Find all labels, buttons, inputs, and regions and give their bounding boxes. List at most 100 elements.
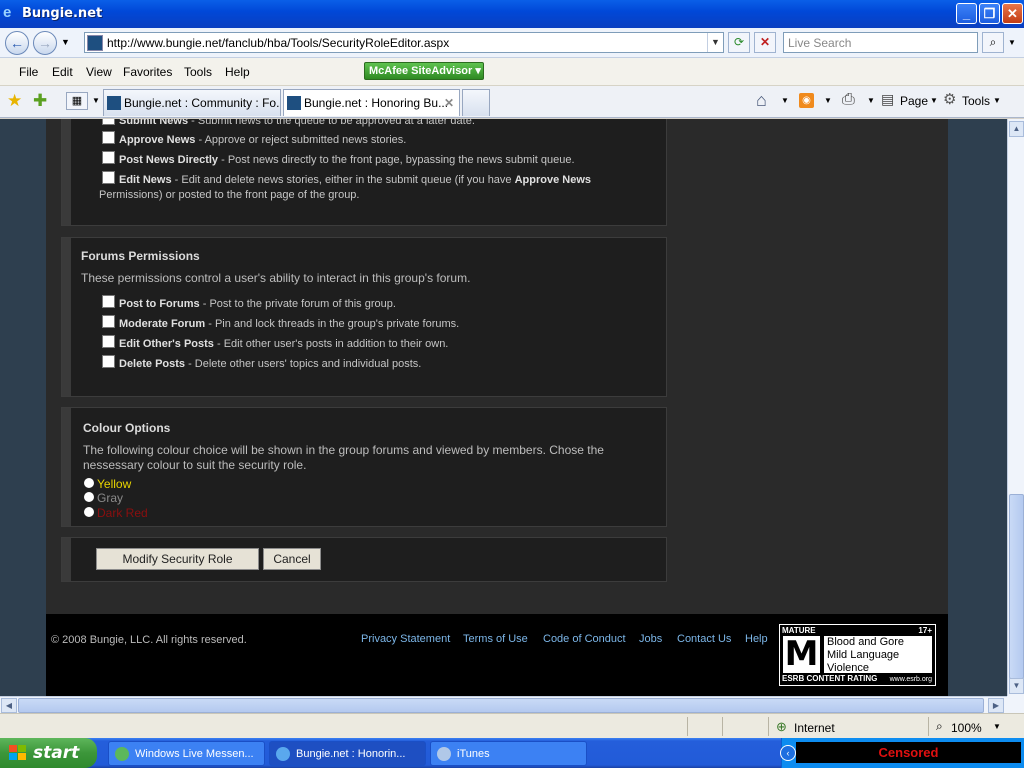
submit-news-checkbox[interactable]: [102, 119, 115, 125]
search-icon[interactable]: ⌕: [982, 32, 1004, 53]
modify-security-role-button[interactable]: Modify Security Role: [96, 548, 259, 570]
mcafee-siteadvisor-button[interactable]: McAfee SiteAdvisor ▾: [364, 62, 484, 80]
footer-link-terms[interactable]: Terms of Use: [463, 633, 528, 645]
edit-news-checkbox[interactable]: [102, 171, 115, 184]
esrb-m-icon: M: [783, 634, 820, 674]
tab-list-chevron-icon[interactable]: ▼: [92, 96, 100, 105]
gear-icon: ⚙: [943, 91, 957, 108]
back-icon[interactable]: ←: [5, 31, 29, 55]
menu-file[interactable]: File: [19, 65, 38, 79]
permission-name: Edit News: [119, 174, 172, 186]
security-zone[interactable]: Internet: [794, 721, 835, 735]
page-menu[interactable]: Page: [900, 94, 928, 108]
task-label: Windows Live Messen...: [135, 748, 254, 760]
messenger-icon: [115, 747, 129, 761]
page-viewport: Submit News - Submit news to the queue t…: [0, 119, 1007, 696]
footer-link-jobs[interactable]: Jobs: [639, 633, 662, 645]
task-itunes[interactable]: iTunes: [430, 741, 587, 766]
page-chevron-icon[interactable]: ▼: [930, 96, 938, 105]
stop-icon[interactable]: ✕: [754, 32, 776, 53]
horizontal-scroll-thumb[interactable]: [18, 698, 984, 713]
permission-desc: - Post to the private forum of this grou…: [199, 298, 396, 310]
yellow-radio[interactable]: [84, 478, 94, 488]
censored-overlay: Censored: [796, 742, 1021, 763]
moderate-forum-checkbox[interactable]: [102, 315, 115, 328]
zoom-level[interactable]: 100%: [951, 721, 982, 735]
permission-desc: - Post news directly to the front page, …: [218, 154, 575, 166]
footer-link-contact[interactable]: Contact Us: [677, 633, 731, 645]
rss-feed-icon[interactable]: ◉: [799, 93, 814, 108]
task-label: iTunes: [457, 748, 490, 760]
menu-tools[interactable]: Tools: [184, 65, 212, 79]
delete-posts-checkbox[interactable]: [102, 355, 115, 368]
scroll-right-icon[interactable]: ▶: [988, 698, 1004, 713]
site-footer: © 2008 Bungie, LLC. All rights reserved.…: [46, 614, 948, 696]
print-chevron-icon[interactable]: ▼: [867, 96, 875, 105]
tab-community[interactable]: Bungie.net : Community : Fo...: [103, 89, 281, 116]
esrb-age: 17+: [918, 626, 932, 635]
permission-name: Delete Posts: [119, 358, 186, 370]
print-icon[interactable]: ⎙: [842, 91, 855, 109]
colour-options-description-line2: nessessary colour to suit the security r…: [83, 458, 307, 472]
zoom-chevron-icon[interactable]: ▼: [993, 722, 1001, 731]
colour-label: Yellow: [97, 477, 132, 491]
close-icon[interactable]: ✕: [1002, 3, 1023, 24]
esrb-rating-badge[interactable]: MATURE 17+ M Blood and Gore Mild Languag…: [779, 624, 936, 686]
restore-icon[interactable]: ❐: [979, 3, 1000, 24]
address-url[interactable]: http://www.bungie.net/fanclub/hba/Tools/…: [107, 36, 449, 50]
menu-bar: File Edit View Favorites Tools Help McAf…: [0, 58, 1024, 86]
post-news-directly-checkbox[interactable]: [102, 151, 115, 164]
permission-name: Edit Other's Posts: [119, 338, 214, 350]
dark-red-radio[interactable]: [84, 507, 94, 517]
vertical-scrollbar[interactable]: ▲ ▼: [1007, 119, 1024, 696]
tab-honoring[interactable]: Bungie.net : Honoring Bu... ✕: [283, 89, 460, 116]
search-input[interactable]: Live Search: [783, 32, 978, 53]
approve-news-checkbox[interactable]: [102, 131, 115, 144]
scroll-down-icon[interactable]: ▼: [1009, 678, 1024, 694]
home-chevron-icon[interactable]: ▼: [781, 96, 789, 105]
permission-desc: - Delete other users' topics and individ…: [185, 358, 422, 370]
start-button[interactable]: start: [0, 738, 97, 768]
tools-menu[interactable]: Tools: [962, 94, 990, 108]
gray-radio[interactable]: [84, 492, 94, 502]
footer-link-code-of-conduct[interactable]: Code of Conduct: [543, 633, 626, 645]
bungie-favicon-icon: [107, 96, 121, 110]
favorites-star-icon[interactable]: ★: [7, 91, 22, 111]
home-icon[interactable]: ⌂: [756, 90, 767, 111]
horizontal-scrollbar[interactable]: ◀ ▶: [0, 696, 1007, 713]
task-windows-live-messenger[interactable]: Windows Live Messen...: [108, 741, 265, 766]
footer-link-privacy[interactable]: Privacy Statement: [361, 633, 450, 645]
address-bar[interactable]: http://www.bungie.net/fanclub/hba/Tools/…: [84, 32, 724, 53]
feeds-chevron-icon[interactable]: ▼: [824, 96, 832, 105]
edit-others-posts-checkbox[interactable]: [102, 335, 115, 348]
tab-label: Bungie.net : Honoring Bu...: [304, 96, 449, 110]
quick-tabs-icon[interactable]: ▦: [66, 92, 88, 110]
tools-chevron-icon[interactable]: ▼: [993, 96, 1001, 105]
add-favorites-icon[interactable]: ✚: [33, 91, 47, 111]
close-tab-icon[interactable]: ✕: [444, 90, 454, 116]
address-toolbar: ← → ▼ http://www.bungie.net/fanclub/hba/…: [0, 28, 1024, 58]
recent-pages-chevron-icon[interactable]: ▼: [61, 37, 70, 47]
scroll-left-icon[interactable]: ◀: [1, 698, 17, 713]
task-internet-explorer[interactable]: Bungie.net : Honorin...: [269, 741, 426, 766]
cancel-button[interactable]: Cancel: [263, 548, 321, 570]
menu-edit[interactable]: Edit: [52, 65, 73, 79]
refresh-icon[interactable]: ⟳: [728, 32, 750, 53]
show-hidden-icons-icon[interactable]: ‹: [780, 745, 796, 761]
vertical-scroll-thumb[interactable]: [1009, 494, 1024, 679]
menu-help[interactable]: Help: [225, 65, 250, 79]
address-dropdown-icon[interactable]: ▼: [707, 33, 723, 52]
post-to-forums-checkbox[interactable]: [102, 295, 115, 308]
status-bar: ⊕ Internet ⌕ 100% ▼: [0, 713, 1024, 738]
new-tab-button[interactable]: [462, 89, 490, 116]
search-options-chevron-icon[interactable]: ▼: [1008, 38, 1016, 47]
menu-favorites[interactable]: Favorites: [123, 65, 172, 79]
esrb-descriptors: Blood and Gore Mild Language Violence: [824, 636, 932, 674]
title-bar[interactable]: e Bungie.net _ ❐ ✕: [0, 0, 1024, 28]
forward-icon[interactable]: →: [33, 31, 57, 55]
scroll-up-icon[interactable]: ▲: [1009, 121, 1024, 137]
menu-view[interactable]: View: [86, 65, 112, 79]
minimize-icon[interactable]: _: [956, 3, 977, 24]
footer-link-help[interactable]: Help: [745, 633, 768, 645]
taskbar: start Windows Live Messen... Bungie.net …: [0, 738, 1024, 768]
